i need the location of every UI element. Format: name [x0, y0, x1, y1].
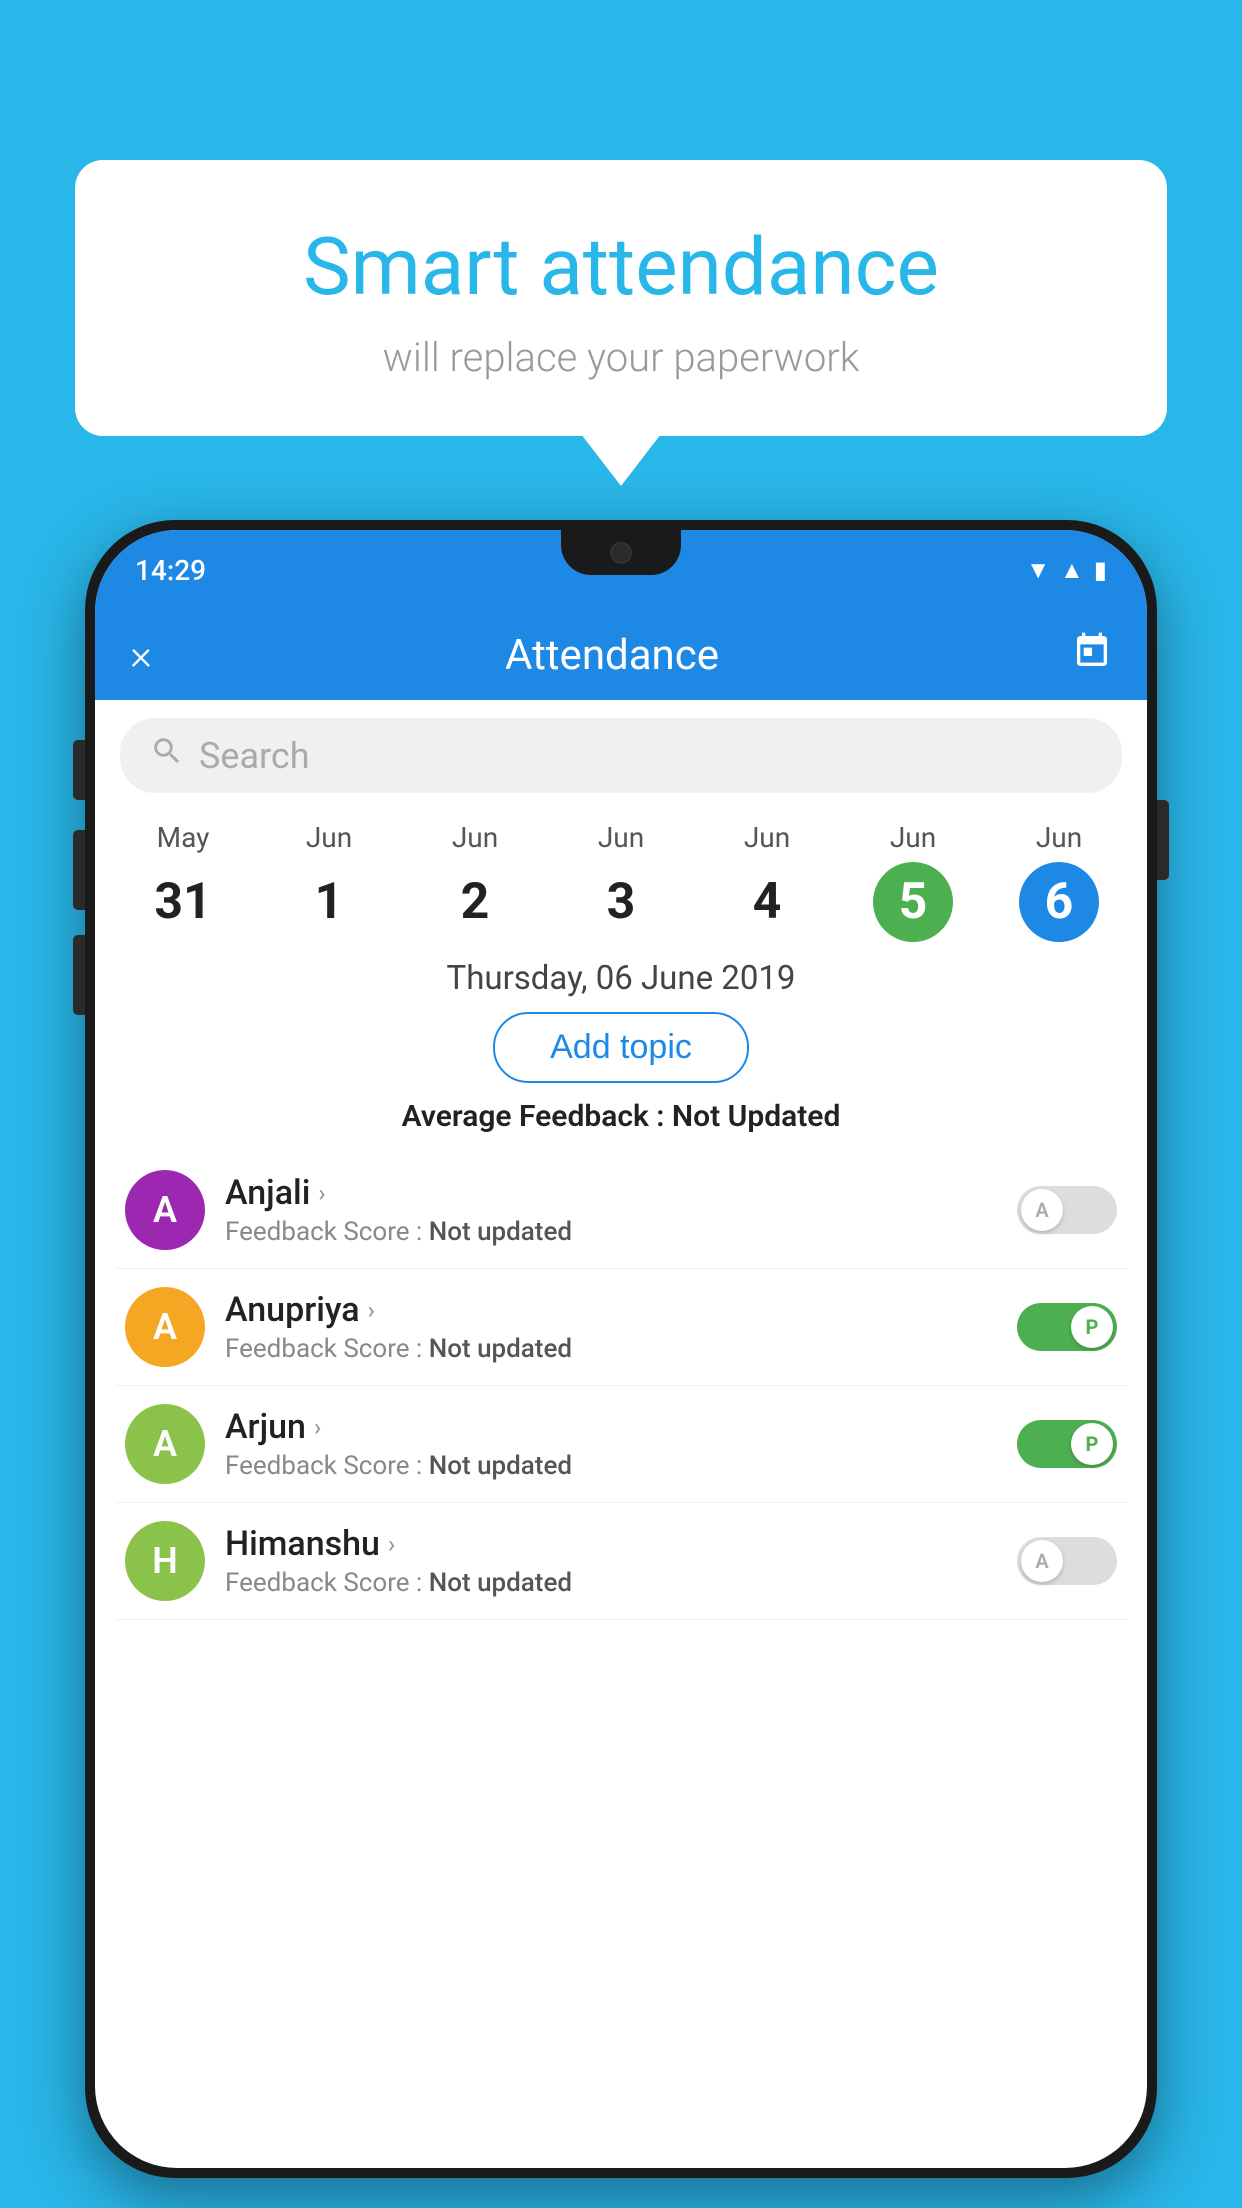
- attendance-toggle-himanshu[interactable]: A: [1017, 1537, 1117, 1585]
- volume-down-button: [73, 830, 85, 910]
- student-item-anupriya[interactable]: A Anupriya › Feedback Score : Not update…: [115, 1269, 1127, 1386]
- volume-up-button: [73, 740, 85, 800]
- student-info-arjun: Arjun › Feedback Score : Not updated: [225, 1407, 997, 1481]
- month-label: May: [157, 821, 210, 854]
- day-number: 1: [289, 862, 369, 942]
- day-number-today-green: 5: [873, 862, 953, 942]
- student-item-anjali[interactable]: A Anjali › Feedback Score : Not updated …: [115, 1152, 1127, 1269]
- day-number: 31: [143, 862, 223, 942]
- header-title: Attendance: [505, 631, 719, 680]
- date-item-jun3[interactable]: Jun 3: [548, 821, 694, 942]
- chevron-icon: ›: [388, 1530, 395, 1558]
- speech-bubble: Smart attendance will replace your paper…: [75, 160, 1167, 436]
- attendance-toggle-arjun[interactable]: P: [1017, 1420, 1117, 1468]
- toggle-knob: P: [1071, 1423, 1113, 1465]
- toggle-knob: A: [1021, 1540, 1063, 1582]
- student-list: A Anjali › Feedback Score : Not updated …: [95, 1152, 1147, 1620]
- attendance-toggle-anupriya[interactable]: P: [1017, 1303, 1117, 1351]
- student-feedback-arjun: Feedback Score : Not updated: [225, 1451, 997, 1481]
- bubble-title: Smart attendance: [125, 220, 1117, 314]
- camera-button: [73, 935, 85, 1015]
- phone-notch: [561, 530, 681, 575]
- bubble-subtitle: will replace your paperwork: [125, 334, 1117, 381]
- student-info-himanshu: Himanshu › Feedback Score : Not updated: [225, 1524, 997, 1598]
- chevron-icon: ›: [314, 1413, 321, 1441]
- selected-date: Thursday, 06 June 2019: [95, 959, 1147, 998]
- date-item-jun1[interactable]: Jun 1: [256, 821, 402, 942]
- status-icons: ▼ ▲ ▮: [1026, 556, 1107, 585]
- date-item-jun5[interactable]: Jun 5: [840, 821, 986, 942]
- average-feedback: Average Feedback : Not Updated: [95, 1099, 1147, 1134]
- student-feedback-anupriya: Feedback Score : Not updated: [225, 1334, 997, 1364]
- student-name-himanshu: Himanshu ›: [225, 1524, 997, 1564]
- student-feedback-himanshu: Feedback Score : Not updated: [225, 1568, 997, 1598]
- date-item-jun2[interactable]: Jun 2: [402, 821, 548, 942]
- day-number: 2: [435, 862, 515, 942]
- toggle-knob: P: [1071, 1306, 1113, 1348]
- student-info-anupriya: Anupriya › Feedback Score : Not updated: [225, 1290, 997, 1364]
- day-number: 4: [727, 862, 807, 942]
- attendance-toggle-anjali[interactable]: A: [1017, 1186, 1117, 1234]
- chevron-icon: ›: [318, 1179, 325, 1207]
- wifi-icon: ▼: [1026, 556, 1050, 585]
- search-bar[interactable]: Search: [120, 718, 1122, 793]
- student-feedback-anjali: Feedback Score : Not updated: [225, 1217, 997, 1247]
- search-placeholder: Search: [199, 735, 310, 777]
- student-item-arjun[interactable]: A Arjun › Feedback Score : Not updated P: [115, 1386, 1127, 1503]
- student-info-anjali: Anjali › Feedback Score : Not updated: [225, 1173, 997, 1247]
- battery-icon: ▮: [1094, 556, 1107, 584]
- day-number: 3: [581, 862, 661, 942]
- avatar-himanshu: H: [125, 1521, 205, 1601]
- avatar-arjun: A: [125, 1404, 205, 1484]
- month-label: Jun: [598, 821, 644, 854]
- avatar-anjali: A: [125, 1170, 205, 1250]
- date-item-may31[interactable]: May 31: [110, 821, 256, 942]
- add-topic-button[interactable]: Add topic: [493, 1012, 749, 1083]
- date-item-jun4[interactable]: Jun 4: [694, 821, 840, 942]
- month-label: Jun: [1036, 821, 1082, 854]
- speech-bubble-container: Smart attendance will replace your paper…: [75, 160, 1167, 436]
- chevron-icon: ›: [368, 1296, 375, 1324]
- phone-frame: 14:29 ▼ ▲ ▮ × Attendance: [85, 520, 1157, 2178]
- month-label: Jun: [452, 821, 498, 854]
- camera-dot: [610, 542, 632, 564]
- search-icon: [150, 734, 184, 777]
- toggle-knob: A: [1021, 1189, 1063, 1231]
- date-strip: May 31 Jun 1 Jun 2 Jun 3 Jun 4 Jun 5: [95, 811, 1147, 947]
- status-bar: 14:29 ▼ ▲ ▮: [95, 530, 1147, 610]
- month-label: Jun: [890, 821, 936, 854]
- status-time: 14:29: [135, 554, 206, 587]
- date-item-jun6[interactable]: Jun 6: [986, 821, 1132, 942]
- signal-icon: ▲: [1060, 556, 1084, 585]
- student-name-arjun: Arjun ›: [225, 1407, 997, 1447]
- month-label: Jun: [306, 821, 352, 854]
- month-label: Jun: [744, 821, 790, 854]
- calendar-icon[interactable]: [1072, 631, 1112, 680]
- app-header: × Attendance: [95, 610, 1147, 700]
- close-button[interactable]: ×: [130, 631, 152, 680]
- power-button: [1157, 800, 1169, 880]
- phone-screen: 14:29 ▼ ▲ ▮ × Attendance: [95, 530, 1147, 2168]
- student-name-anupriya: Anupriya ›: [225, 1290, 997, 1330]
- avatar-anupriya: A: [125, 1287, 205, 1367]
- student-item-himanshu[interactable]: H Himanshu › Feedback Score : Not update…: [115, 1503, 1127, 1620]
- student-name-anjali: Anjali ›: [225, 1173, 997, 1213]
- day-number-selected: 6: [1019, 862, 1099, 942]
